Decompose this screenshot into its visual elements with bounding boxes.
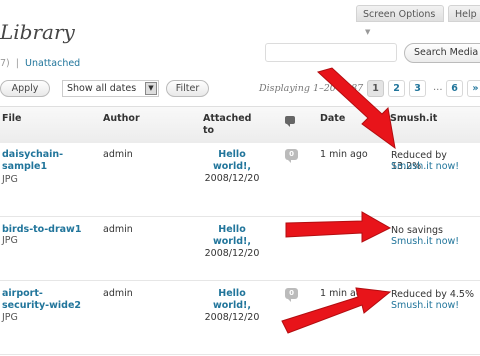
chevron-down-icon: ▼ — [145, 82, 157, 95]
separator: | — [15, 58, 19, 69]
date-filter-value: Show all dates — [67, 83, 137, 94]
table-row: daisychain- sample1 JPG admin Hello worl… — [0, 143, 480, 217]
page-title: Library — [0, 20, 75, 44]
chevron-down-icon: ▼ — [365, 28, 371, 36]
comment-count-bubble[interactable]: 0 — [285, 149, 298, 163]
page-3[interactable]: 3 — [409, 80, 426, 97]
table-row: airport- security-wide2 JPG admin Hello … — [0, 281, 480, 355]
col-attached-to[interactable]: Attached to — [203, 113, 258, 137]
attached-post-link[interactable]: Hello world!, — [200, 288, 264, 312]
author: admin — [103, 288, 133, 299]
filter-button[interactable]: Filter — [166, 80, 209, 97]
col-file[interactable]: File — [2, 113, 21, 124]
smush-status: No savings — [391, 225, 443, 236]
file-name-line: daisychain- — [2, 149, 64, 160]
page-1: 1 — [367, 80, 384, 97]
table-header: File Author Attached to Date Smush.it — [0, 106, 480, 144]
search-media-button[interactable]: Search Media — [404, 43, 480, 63]
file-type: JPG — [2, 174, 18, 185]
file-name-line: security-wide2 — [2, 300, 81, 311]
file-name-link[interactable]: airport- security-wide2 — [2, 288, 81, 312]
attached-title-line: world!, — [213, 161, 251, 172]
page-6[interactable]: 6 — [446, 80, 463, 97]
date-filter-select[interactable]: Show all dates ▼ — [62, 80, 159, 97]
search-input[interactable] — [265, 43, 397, 62]
displaying-count: Displaying 1–20 of 87 — [259, 83, 364, 94]
upload-date: 1 min ago — [320, 149, 368, 160]
col-author[interactable]: Author — [103, 113, 140, 124]
smush-now-link[interactable]: Smush.it now! — [391, 236, 459, 247]
filter-links: 7) | Unattached — [0, 58, 80, 69]
comment-icon — [285, 116, 295, 127]
attached-date: 2008/12/20 — [204, 312, 260, 323]
count-fragment: 7) — [0, 58, 10, 69]
attached-title-line: world!, — [213, 300, 251, 311]
file-name-line: airport- — [2, 288, 43, 299]
upload-date: 1 min ago — [320, 288, 368, 299]
attached-date: 2008/12/20 — [204, 248, 260, 259]
help-label: Help — [455, 9, 477, 20]
file-name-line: sample1 — [2, 161, 48, 172]
attached-title-line: world!, — [213, 236, 251, 247]
page-2[interactable]: 2 — [388, 80, 405, 97]
pagination-ellipsis: ... — [433, 82, 443, 93]
attached-post-link[interactable]: Hello world!, — [200, 149, 264, 173]
author: admin — [103, 224, 133, 235]
attached-date: 2008/12/20 — [204, 173, 260, 184]
attached-post-link[interactable]: Hello world!, — [200, 224, 264, 248]
next-page[interactable]: » — [467, 80, 480, 97]
file-type: JPG — [2, 312, 18, 323]
attached-title-line: Hello — [218, 224, 246, 235]
col-date[interactable]: Date — [320, 113, 345, 124]
screen-options-button[interactable]: Screen Options ▼ — [356, 5, 444, 36]
smush-now-link[interactable]: Smush.it now! — [391, 300, 459, 311]
attached-title-line: Hello — [218, 288, 246, 299]
apply-button[interactable]: Apply — [0, 80, 50, 97]
smush-now-link[interactable]: Smush.it now! — [391, 161, 459, 172]
table-row: birds-to-draw1 JPG admin Hello world!, 2… — [0, 217, 480, 281]
attached-title-line: Hello — [218, 149, 246, 160]
comment-count-bubble[interactable]: 0 — [285, 288, 298, 302]
col-smushit: Smush.it — [390, 113, 438, 124]
help-button[interactable]: Help — [448, 5, 480, 22]
unattached-link[interactable]: Unattached — [25, 58, 80, 69]
author: admin — [103, 149, 133, 160]
file-type: JPG — [2, 235, 18, 246]
smush-status: Reduced by 4.5% — [391, 289, 474, 300]
file-name-link[interactable]: daisychain- sample1 — [2, 149, 63, 173]
screen-options-label: Screen Options — [363, 9, 436, 20]
